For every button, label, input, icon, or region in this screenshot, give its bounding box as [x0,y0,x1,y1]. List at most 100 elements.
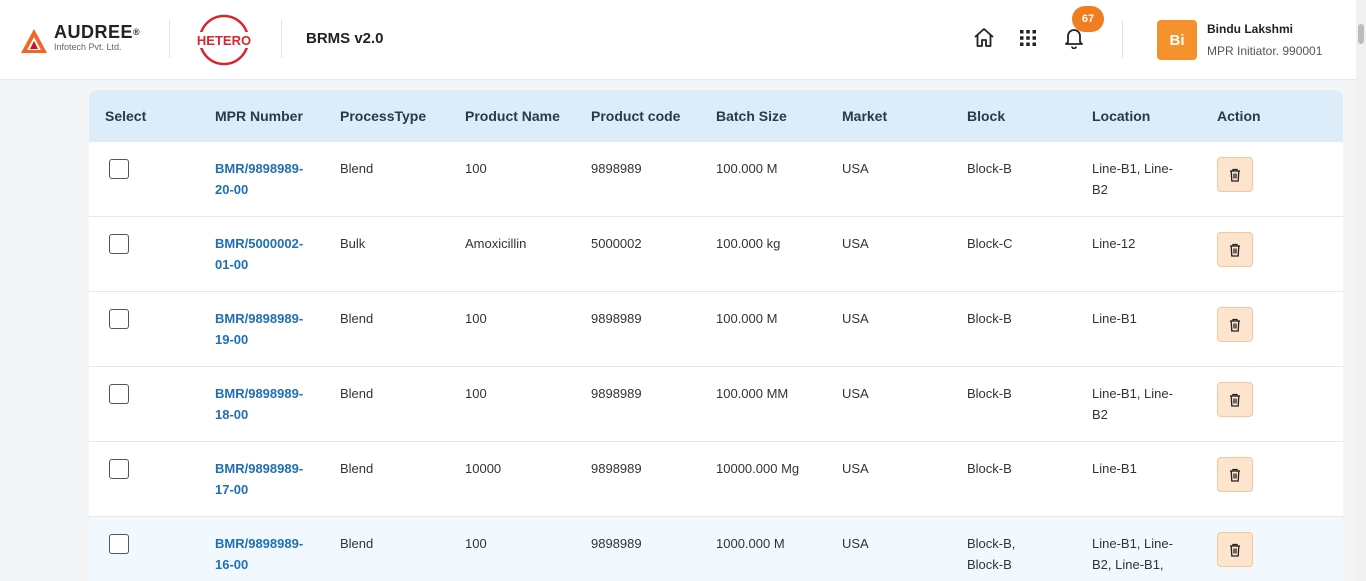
notification-count-badge: 67 [1072,6,1104,32]
delete-button[interactable] [1217,532,1253,567]
block-cell: Block-C [967,236,1013,251]
product-code-cell: 9898989 [591,161,642,176]
batch-size-cell: 1000.000 M [716,536,785,551]
brand-name: AUDREE [54,22,134,42]
top-navbar: AUDREE® Infotech Pvt. Ltd. HETERO BRMS v… [0,0,1356,80]
block-cell: Block-B [967,461,1012,476]
batch-size-cell: 100.000 kg [716,236,781,251]
hetero-logo-text: HETERO [197,33,251,48]
product-name-cell: 100 [465,386,487,401]
mpr-number-link[interactable]: BMR/9898989-16-00 [215,533,305,575]
header-divider [1122,20,1123,58]
trash-icon [1230,393,1240,407]
table-row: BMR/9898989-16-00 Blend 100 9898989 1000… [89,517,1343,581]
process-type-cell: Blend [340,311,374,326]
home-icon[interactable] [971,25,997,51]
app-title: BRMS v2.0 [306,30,384,47]
process-type-cell: Blend [340,386,374,401]
column-header-product-name: Product Name [465,108,560,124]
brand-registered-mark: ® [133,27,141,37]
product-name-cell: 100 [465,161,487,176]
batch-size-cell: 100.000 MM [716,386,789,401]
market-cell: USA [842,161,869,176]
row-select-checkbox[interactable] [109,309,129,329]
column-header-product-code: Product code [591,108,681,124]
market-cell: USA [842,461,869,476]
location-cell: Line-B1, Line-B2, Line-B1, [1092,536,1173,572]
avatar: Bi [1157,20,1197,60]
delete-button[interactable] [1217,457,1253,492]
mpr-table: Select MPR Number ProcessType Product Na… [89,90,1343,581]
row-select-checkbox[interactable] [109,159,129,179]
location-cell: Line-B1, Line-B2 [1092,161,1173,197]
delete-button[interactable] [1217,382,1253,417]
trash-icon [1230,168,1240,182]
market-cell: USA [842,311,869,326]
column-header-batch-size: Batch Size [716,108,787,124]
mpr-number-link[interactable]: BMR/9898989-17-00 [215,458,305,500]
mpr-number-link[interactable]: BMR/5000002-01-00 [215,233,305,275]
table-header: Select MPR Number ProcessType Product Na… [89,90,1343,142]
process-type-cell: Blend [340,461,374,476]
trash-icon [1230,318,1240,332]
batch-size-cell: 10000.000 Mg [716,461,800,476]
user-name: Bindu Lakshmi [1207,22,1294,36]
product-code-cell: 5000002 [591,236,642,251]
product-code-cell: 9898989 [591,386,642,401]
location-cell: Line-B1 [1092,461,1137,476]
scrollbar-thumb[interactable] [1358,24,1364,44]
batch-size-cell: 100.000 M [716,311,778,326]
audree-logo: AUDREE® Infotech Pvt. Ltd. [20,22,140,56]
page-scrollbar[interactable] [1356,0,1366,581]
mpr-number-link[interactable]: BMR/9898989-20-00 [215,158,305,200]
table-row: BMR/5000002-01-00 Bulk Amoxicillin 50000… [89,217,1343,292]
product-code-cell: 9898989 [591,311,642,326]
header-divider [169,20,170,58]
row-select-checkbox[interactable] [109,534,129,554]
row-select-checkbox[interactable] [109,459,129,479]
location-cell: Line-B1, Line-B2 [1092,386,1173,422]
product-name-cell: 100 [465,536,487,551]
column-header-action: Action [1217,108,1261,124]
market-cell: USA [842,236,869,251]
market-cell: USA [842,386,869,401]
column-header-location: Location [1092,108,1151,124]
apps-grid-icon[interactable] [1015,25,1041,51]
table-row: BMR/9898989-20-00 Blend 100 9898989 100.… [89,142,1343,217]
mpr-number-link[interactable]: BMR/9898989-18-00 [215,383,305,425]
trash-icon [1230,243,1240,257]
hetero-logo: HETERO [193,14,255,66]
user-profile[interactable]: Bi Bindu Lakshmi MPR Initiator. 990001 [1157,20,1322,60]
location-cell: Line-12 [1092,236,1136,251]
delete-button[interactable] [1217,232,1253,267]
process-type-cell: Blend [340,161,374,176]
trash-icon [1230,543,1240,557]
batch-size-cell: 100.000 M [716,161,778,176]
product-name-cell: 100 [465,311,487,326]
delete-button[interactable] [1217,157,1253,192]
column-header-block: Block [967,108,1006,124]
user-role: MPR Initiator. 990001 [1207,44,1323,58]
location-cell: Line-B1 [1092,311,1137,326]
table-row: BMR/9898989-18-00 Blend 100 9898989 100.… [89,367,1343,442]
market-cell: USA [842,536,869,551]
block-cell: Block-B, Block-B [967,536,1016,572]
row-select-checkbox[interactable] [109,384,129,404]
trash-icon [1230,468,1240,482]
process-type-cell: Bulk [340,236,366,251]
product-name-cell: 10000 [465,461,502,476]
product-name-cell: Amoxicillin [465,236,527,251]
block-cell: Block-B [967,311,1012,326]
header-divider [281,20,282,58]
mpr-number-link[interactable]: BMR/9898989-19-00 [215,308,305,350]
block-cell: Block-B [967,161,1012,176]
column-header-process-type: ProcessType [340,108,427,124]
brand-subtitle: Infotech Pvt. Ltd. [54,42,122,52]
table-row: BMR/9898989-19-00 Blend 100 9898989 100.… [89,292,1343,367]
column-header-market: Market [842,108,888,124]
column-header-mpr-number: MPR Number [215,108,303,124]
column-header-select: Select [105,108,147,124]
delete-button[interactable] [1217,307,1253,342]
product-code-cell: 9898989 [591,536,642,551]
row-select-checkbox[interactable] [109,234,129,254]
